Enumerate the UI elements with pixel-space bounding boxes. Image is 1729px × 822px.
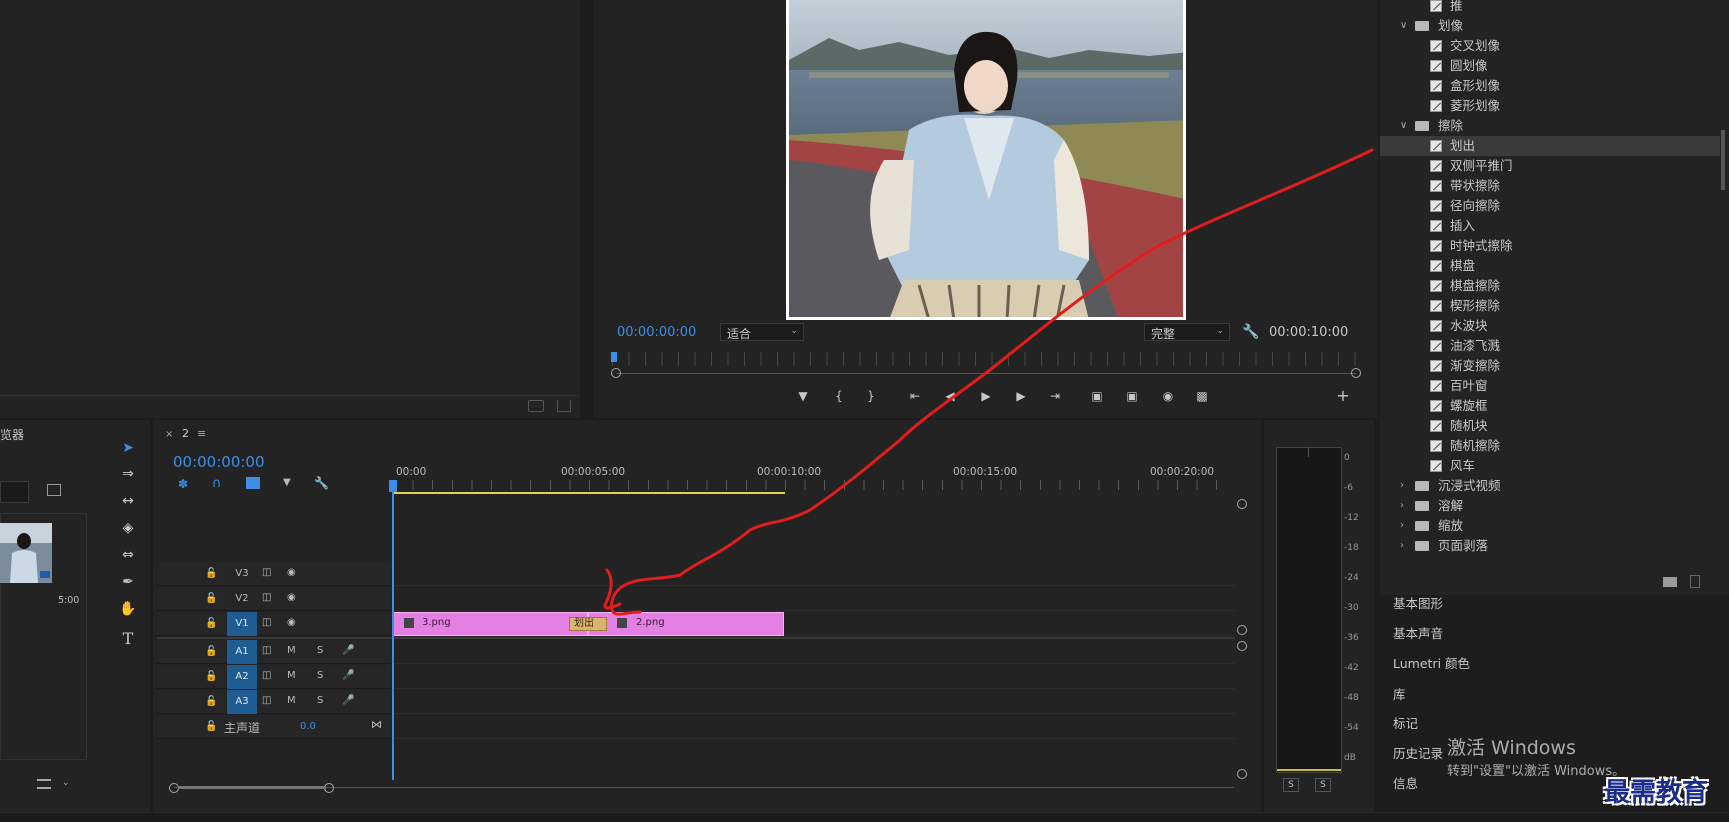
arrow-to-transition xyxy=(603,148,1374,616)
red-annotation-stroke xyxy=(603,148,1374,616)
activate-windows-sub: 转到"设置"以激活 Windows。 xyxy=(1447,764,1626,779)
brand-watermark: 最需教育 xyxy=(1604,778,1709,808)
bottom-status-strip xyxy=(0,812,1729,822)
activate-windows-title: 激活 Windows xyxy=(1447,737,1576,759)
